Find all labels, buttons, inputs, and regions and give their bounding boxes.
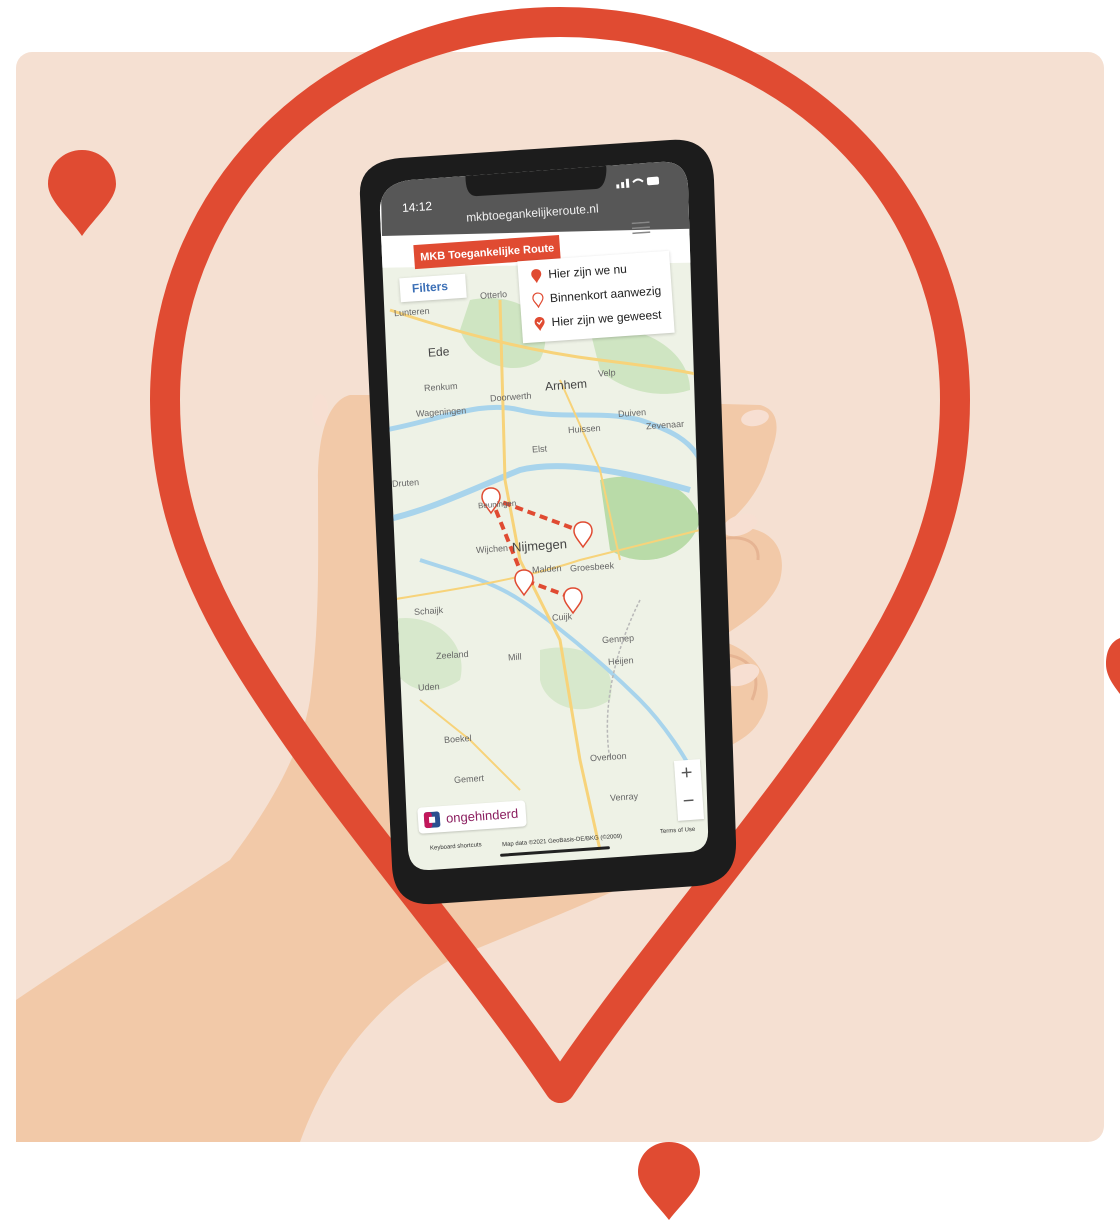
status-time: 14:12 (401, 198, 433, 216)
pin-filled-icon (531, 269, 542, 284)
map-place-label: Gemert (453, 772, 485, 786)
map-place-label: Otterlo (479, 289, 508, 301)
pin-check-icon (534, 317, 545, 331)
map-place-label: Druten (391, 477, 420, 489)
ongehinderd-logo-icon (423, 811, 441, 829)
zoom-out-button[interactable]: − (682, 790, 695, 814)
map-place-label: Mill (507, 651, 522, 663)
map-place-label: Ede (427, 344, 450, 360)
zoom-in-button[interactable]: + (680, 762, 693, 786)
map-place-label: Malden (531, 562, 562, 576)
map-place-label: Uden (417, 681, 440, 693)
map-place-label: Arnhem (544, 376, 588, 394)
map-place-label: Schaijk (413, 605, 444, 617)
ongehinderd-logo-text: ongehinderd (445, 805, 519, 826)
legend-label: Hier zijn we geweest (551, 307, 662, 330)
map-place-label: Boekel (443, 733, 472, 745)
pin-outline-icon (532, 292, 544, 309)
map-place-label: Duiven (617, 407, 647, 419)
filters-label: Filters (411, 278, 449, 296)
map-place-label: Venray (609, 791, 639, 803)
zoom-controls: + − (673, 759, 705, 821)
legend-label: Binnenkort aanwezig (549, 283, 662, 306)
map-place-label: Heijen (607, 655, 634, 667)
legend-panel: Hier zijn we nu Binnenkort aanwezig Hier… (517, 250, 675, 344)
map-place-label: Cuijk (551, 611, 573, 623)
map-place-label: Elst (531, 443, 548, 455)
map-place-label: Velp (597, 367, 616, 379)
menu-icon[interactable] (631, 221, 651, 235)
legend-label: Hier zijn we nu (547, 261, 628, 282)
filters-button[interactable]: Filters (399, 273, 467, 303)
